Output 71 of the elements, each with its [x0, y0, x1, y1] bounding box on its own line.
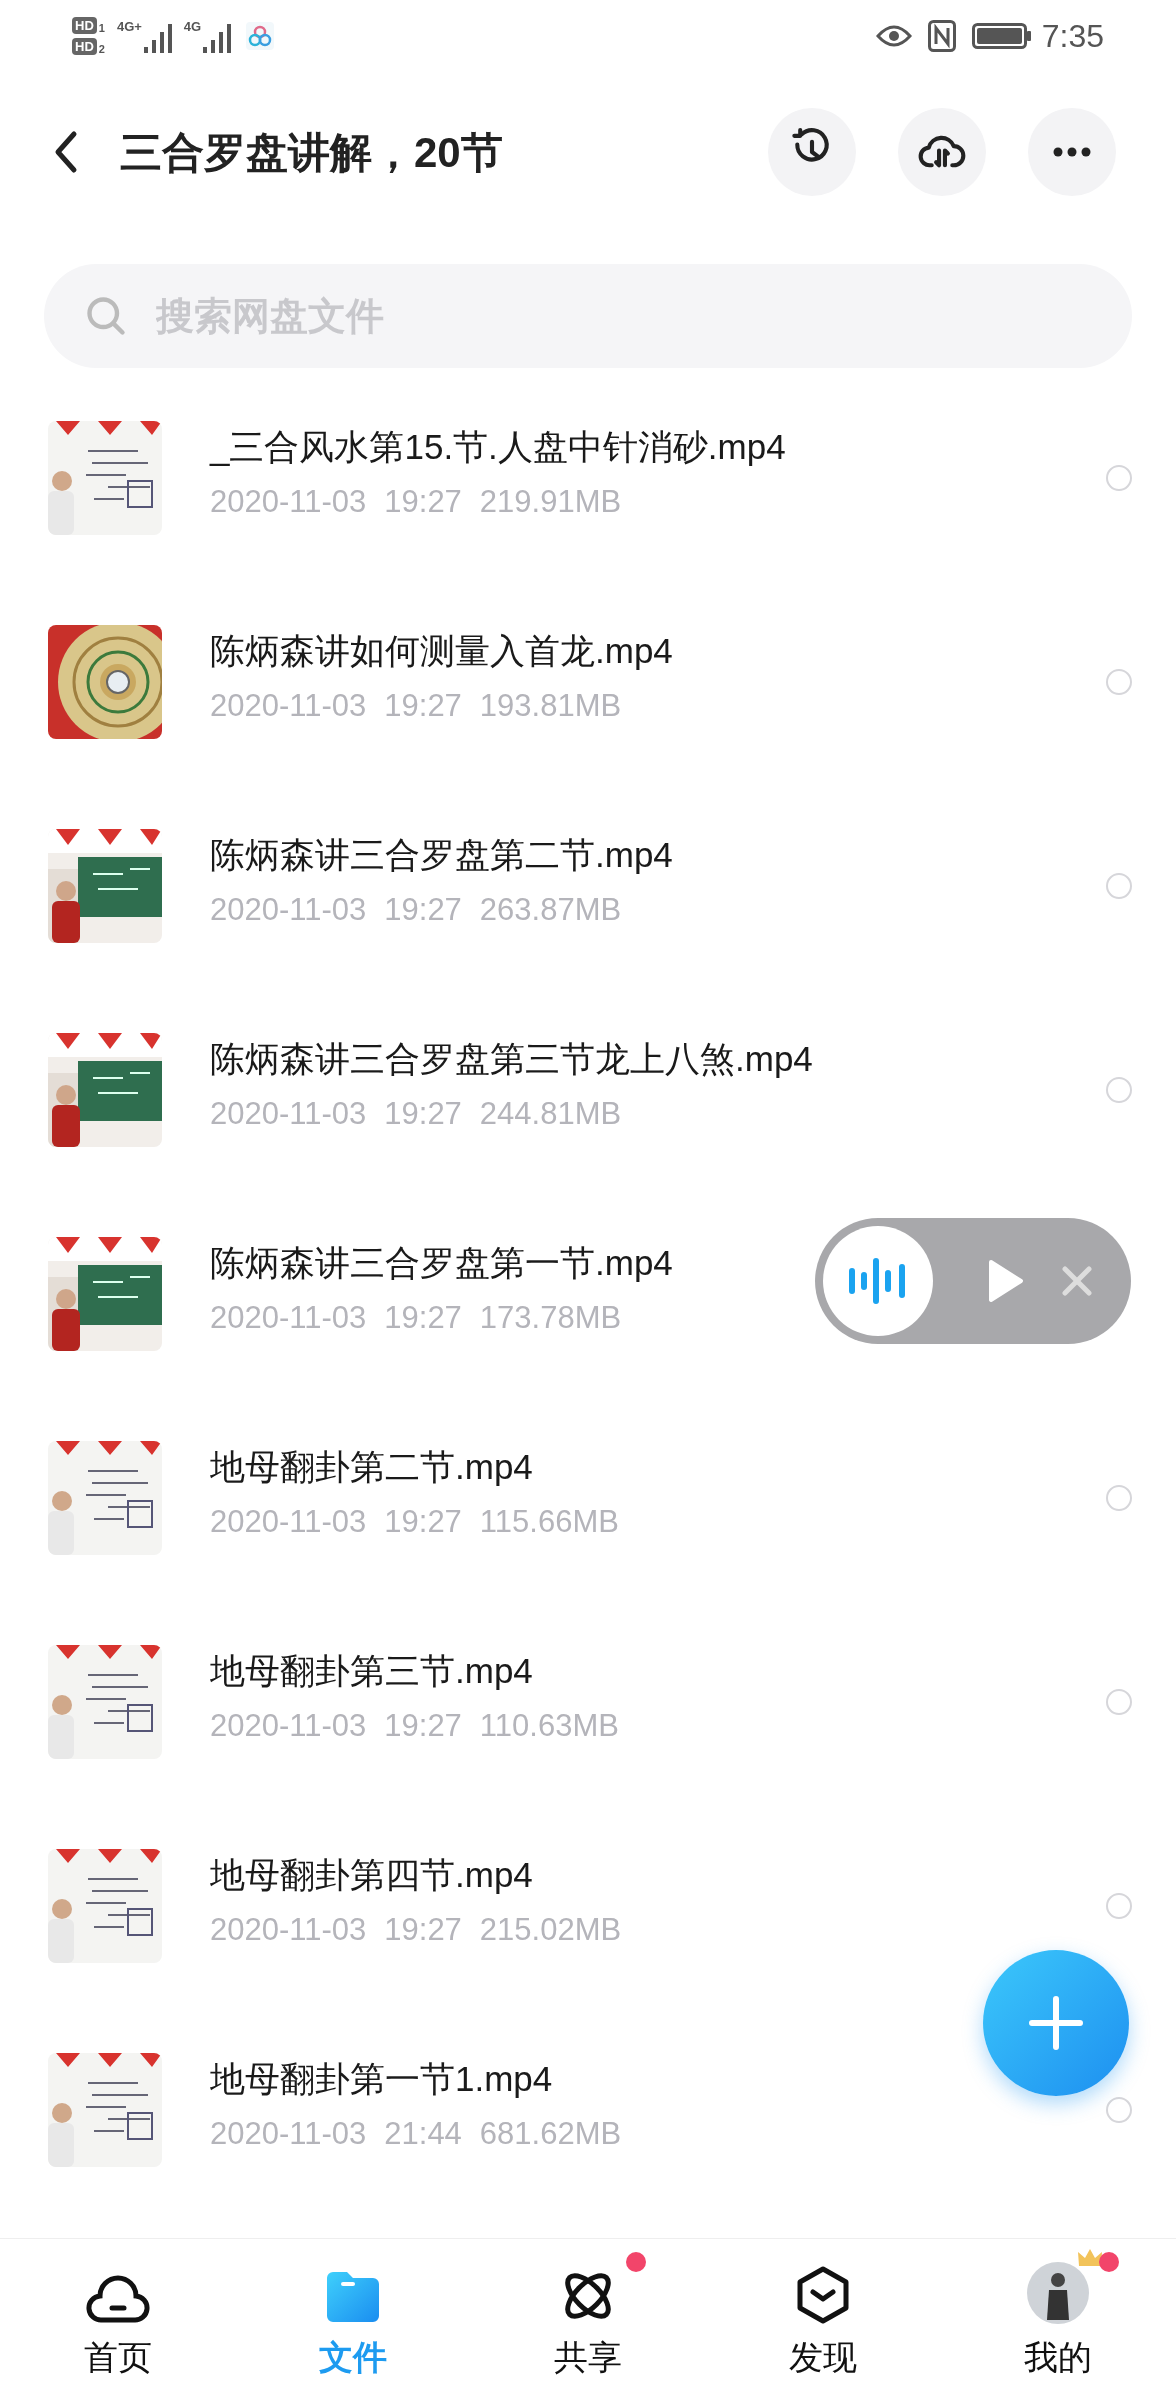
audio-wave-icon[interactable] [823, 1226, 933, 1336]
file-name: 陈炳森讲如何测量入首龙.mp4 [210, 629, 673, 672]
battery-icon [971, 23, 1032, 49]
network-type: 4G+ [116, 19, 142, 33]
file-time: 19:27 [384, 1502, 462, 1541]
file-name: 地母翻卦第一节1.mp4 [210, 2057, 553, 2100]
nav-tab[interactable]: 首页 [0, 2239, 236, 2400]
file-time: 19:27 [384, 1706, 462, 1745]
file-size: 110.63MB [479, 1706, 619, 1745]
file-row[interactable]: 地母翻卦第二节.mp4 2020-11-03 19:27 115.66MB [0, 1396, 1176, 1600]
nav-tab[interactable]: 发现 [705, 2239, 941, 2400]
file-name: _三合风水第15.节.人盘中针消砂.mp4 [210, 425, 786, 468]
file-date: 2020-11-03 [210, 2114, 367, 2153]
file-name: 陈炳森讲三合罗盘第一节.mp4 [210, 1241, 673, 1284]
file-size: 173.78MB [479, 1298, 622, 1337]
network-type: 4G [183, 19, 202, 33]
add-button[interactable] [983, 1950, 1129, 2096]
sim-label: HD [72, 17, 97, 34]
file-time: 19:27 [384, 1910, 462, 1949]
file-size: 193.81MB [479, 686, 622, 725]
file-row[interactable]: 陈炳森讲三合罗盘第三节龙上八煞.mp4 2020-11-03 19:27 244.81MB [0, 988, 1176, 1192]
page-title: 三合罗盘讲解，20节 [120, 127, 504, 178]
clock: 7:35 [1041, 17, 1104, 56]
nav-tab[interactable]: 我的 [940, 2239, 1176, 2400]
signal-icon [143, 22, 172, 53]
file-time: 19:27 [384, 482, 462, 521]
plus-icon [1028, 1995, 1084, 2051]
signal-icon [203, 22, 232, 53]
close-icon[interactable] [1061, 1265, 1093, 1297]
file-name: 地母翻卦第四节.mp4 [210, 1853, 533, 1896]
nfc-icon [927, 20, 956, 52]
file-size: 263.87MB [479, 890, 622, 929]
more-icon [1053, 147, 1091, 157]
file-date: 2020-11-03 [210, 1298, 367, 1337]
file-row[interactable]: 陈炳森讲三合罗盘第二节.mp4 2020-11-03 19:27 263.87MB [0, 784, 1176, 988]
file-time: 19:27 [384, 686, 462, 725]
file-size: 215.02MB [479, 1910, 622, 1949]
avatar [1027, 2262, 1090, 2324]
file-name: 陈炳森讲三合罗盘第二节.mp4 [210, 833, 673, 876]
sim-slot: 2 [98, 44, 105, 55]
sim-slot: 1 [98, 23, 105, 34]
file-time: 19:27 [384, 1094, 462, 1133]
file-date: 2020-11-03 [210, 1910, 367, 1949]
file-date: 2020-11-03 [210, 1502, 367, 1541]
file-date: 2020-11-03 [210, 482, 367, 521]
file-row[interactable]: 地母翻卦第四节.mp4 2020-11-03 19:27 215.02MB [0, 1804, 1176, 2008]
file-date: 2020-11-03 [210, 890, 367, 929]
file-row[interactable]: 陈炳森讲三合罗盘第一节.mp4 2020-11-03 19:27 173.78MB [0, 1192, 1176, 1396]
app-icon [245, 21, 276, 51]
file-date: 2020-11-03 [210, 686, 367, 725]
file-row[interactable]: 地母翻卦第三节.mp4 2020-11-03 19:27 110.63MB [0, 1600, 1176, 1804]
file-size: 115.66MB [479, 1502, 619, 1541]
file-name: 地母翻卦第二节.mp4 [210, 1445, 533, 1488]
search-icon [84, 294, 128, 338]
file-size: 219.91MB [479, 482, 622, 521]
file-size: 681.62MB [479, 2114, 622, 2153]
file-date: 2020-11-03 [210, 1706, 367, 1745]
hexagon-icon [796, 2266, 851, 2324]
sim-label: HD [72, 38, 97, 55]
file-row[interactable]: 陈炳森讲如何测量入首龙.mp4 2020-11-03 19:27 193.81MB [0, 580, 1176, 784]
file-size: 244.81MB [479, 1094, 622, 1133]
file-name: 地母翻卦第三节.mp4 [210, 1649, 533, 1692]
file-date: 2020-11-03 [210, 1094, 367, 1133]
eye-icon [875, 24, 912, 48]
file-time: 19:27 [384, 1298, 462, 1337]
file-time: 19:27 [384, 890, 462, 929]
crown-icon [1077, 2248, 1104, 2268]
file-row[interactable]: _三合风水第15.节.人盘中针消砂.mp4 2020-11-03 19:27 219.91MB [0, 376, 1176, 580]
file-time: 21:44 [384, 2114, 462, 2153]
file-name: 陈炳森讲三合罗盘第三节龙上八煞.mp4 [210, 1037, 813, 1080]
nav-tab[interactable]: 共享 [470, 2239, 706, 2400]
